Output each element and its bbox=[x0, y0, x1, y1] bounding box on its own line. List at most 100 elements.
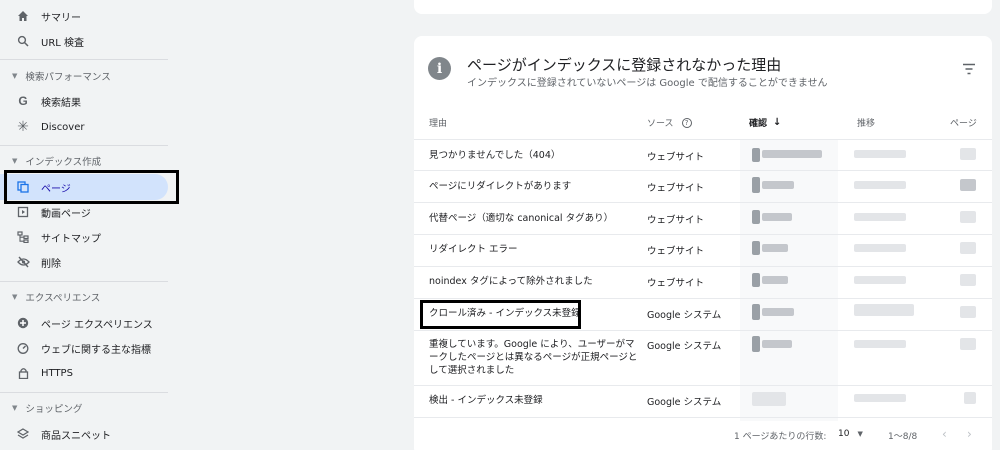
row-source: Google システム bbox=[647, 341, 722, 352]
caret-down-icon: ▼ bbox=[12, 157, 18, 165]
redacted-value bbox=[960, 242, 976, 254]
redacted-value bbox=[854, 276, 906, 284]
redacted-value bbox=[854, 213, 906, 221]
section-label: エクスペリエンス bbox=[25, 293, 101, 304]
video-page-icon bbox=[16, 205, 30, 219]
sidebar-item-label: 商品スニペット bbox=[41, 430, 111, 442]
sidebar-item-removals[interactable]: 削除 bbox=[0, 249, 168, 275]
redacted-value bbox=[854, 394, 906, 402]
next-page-button[interactable]: › bbox=[967, 427, 972, 441]
row-reason: 重複しています。Google により、ユーザーがマークしたページとは異なるページ… bbox=[429, 339, 638, 376]
sidebar-divider bbox=[0, 145, 168, 146]
sidebar-item-label: 検索結果 bbox=[41, 97, 81, 109]
redacted-value bbox=[960, 211, 976, 223]
redacted-value bbox=[762, 276, 788, 284]
column-header-trend[interactable]: 推移 bbox=[857, 116, 875, 129]
redacted-value bbox=[854, 181, 906, 189]
row-source: ウェブサイト bbox=[647, 278, 705, 289]
redacted-value bbox=[762, 181, 794, 189]
sidebar-item-url-inspection[interactable]: URL 検査 bbox=[0, 28, 168, 54]
redacted-value bbox=[964, 392, 976, 404]
sidebar-item-label: ページ エクスペリエンス bbox=[41, 319, 153, 331]
rows-per-page-label: 1 ページあたりの行数: bbox=[734, 432, 827, 442]
sidebar-item-product-snippets[interactable]: 商品スニペット bbox=[0, 421, 168, 447]
redacted-value bbox=[752, 210, 760, 224]
sidebar-section-search-performance[interactable]: ▼ 検索パフォーマンス bbox=[0, 66, 168, 86]
redacted-value bbox=[854, 244, 906, 252]
sidebar-section-shopping[interactable]: ▼ ショッピング bbox=[0, 398, 168, 418]
redacted-value bbox=[762, 213, 792, 221]
sidebar-item-label: サマリー bbox=[41, 12, 81, 24]
highlight-frame bbox=[4, 170, 179, 204]
redacted-value bbox=[752, 241, 760, 255]
highlight-frame bbox=[420, 300, 581, 329]
column-header-reason[interactable]: 理由 bbox=[429, 116, 447, 129]
sidebar-item-sitemaps[interactable]: サイトマップ bbox=[0, 224, 168, 250]
column-header-confirm[interactable]: 確認 ↓ bbox=[749, 116, 781, 129]
card-subtitle: インデックスに登録されていないページは Google で配信することができません bbox=[467, 78, 828, 89]
sidebar-item-label: ウェブに関する主な指標 bbox=[41, 344, 151, 356]
sidebar: サマリー URL 検査 ▼ 検索パフォーマンス G 検索結果 ✳ Discove… bbox=[0, 0, 180, 450]
previous-page-button[interactable]: ‹ bbox=[942, 427, 947, 441]
sidebar-item-discover[interactable]: ✳ Discover bbox=[0, 114, 168, 140]
sidebar-item-summary[interactable]: サマリー bbox=[0, 3, 168, 29]
redacted-value bbox=[762, 244, 788, 252]
section-label: ショッピング bbox=[25, 404, 83, 415]
sidebar-section-experience[interactable]: ▼ エクスペリエンス bbox=[0, 287, 168, 307]
card-title: ページがインデックスに登録されなかった理由 bbox=[467, 56, 782, 74]
row-reason: 検出 - インデックス未登録 bbox=[429, 395, 543, 406]
sidebar-item-search-results[interactable]: G 検索結果 bbox=[0, 88, 168, 114]
rows-per-page-select[interactable]: 10 ▼ bbox=[838, 429, 863, 439]
redacted-value bbox=[752, 304, 760, 320]
arrow-down-icon: ↓ bbox=[773, 117, 782, 128]
redacted-value bbox=[960, 306, 976, 318]
caret-down-icon: ▼ bbox=[12, 293, 18, 301]
plus-circle-icon bbox=[16, 316, 30, 330]
sidebar-item-label: HTTPS bbox=[41, 367, 73, 379]
redacted-value bbox=[854, 150, 906, 158]
row-divider bbox=[414, 330, 992, 331]
row-divider bbox=[414, 417, 992, 418]
sidebar-item-label: 削除 bbox=[41, 258, 61, 270]
layers-icon bbox=[16, 427, 30, 441]
sidebar-item-https[interactable]: HTTPS bbox=[0, 360, 168, 386]
section-label: 検索パフォーマンス bbox=[25, 72, 111, 83]
sidebar-item-page-experience[interactable]: ページ エクスペリエンス bbox=[0, 310, 168, 336]
sidebar-item-label: サイトマップ bbox=[41, 233, 101, 245]
sidebar-divider bbox=[0, 59, 168, 60]
redacted-value bbox=[960, 148, 976, 160]
row-divider bbox=[414, 202, 992, 203]
eye-off-icon bbox=[16, 255, 30, 269]
redacted-value bbox=[960, 274, 976, 286]
column-header-source[interactable]: ソース ? bbox=[647, 116, 692, 129]
pagination-range: 1〜8/8 bbox=[888, 432, 918, 442]
filter-icon[interactable] bbox=[962, 63, 976, 75]
row-divider bbox=[414, 234, 992, 235]
redacted-value bbox=[854, 304, 914, 316]
previous-card bbox=[414, 0, 992, 14]
row-source: ウェブサイト bbox=[647, 183, 705, 194]
caret-down-icon: ▼ bbox=[12, 72, 18, 80]
sidebar-divider bbox=[0, 392, 168, 393]
row-divider bbox=[414, 266, 992, 267]
redacted-value bbox=[960, 179, 976, 191]
row-reason: 見つかりませんでした（404） bbox=[429, 150, 561, 161]
row-divider bbox=[414, 170, 992, 171]
redacted-value bbox=[762, 340, 792, 348]
redacted-value bbox=[752, 392, 786, 406]
sitemap-icon bbox=[16, 230, 30, 244]
sidebar-item-core-web-vitals[interactable]: ウェブに関する主な指標 bbox=[0, 335, 168, 361]
sidebar-divider bbox=[0, 281, 168, 282]
row-source: ウェブサイト bbox=[647, 152, 705, 163]
help-icon[interactable]: ? bbox=[681, 117, 692, 128]
home-icon bbox=[16, 9, 30, 23]
redacted-value bbox=[960, 338, 976, 350]
not-indexed-reasons-card: i ページがインデックスに登録されなかった理由 インデックスに登録されていないペ… bbox=[414, 36, 992, 450]
redacted-value bbox=[752, 177, 760, 193]
sidebar-section-indexing[interactable]: ▼ インデックス作成 bbox=[0, 151, 168, 171]
lock-icon bbox=[16, 366, 30, 380]
row-source: ウェブサイト bbox=[647, 246, 705, 257]
column-header-pages[interactable]: ページ bbox=[950, 116, 977, 129]
google-g-icon: G bbox=[18, 94, 28, 108]
redacted-value bbox=[752, 273, 760, 287]
